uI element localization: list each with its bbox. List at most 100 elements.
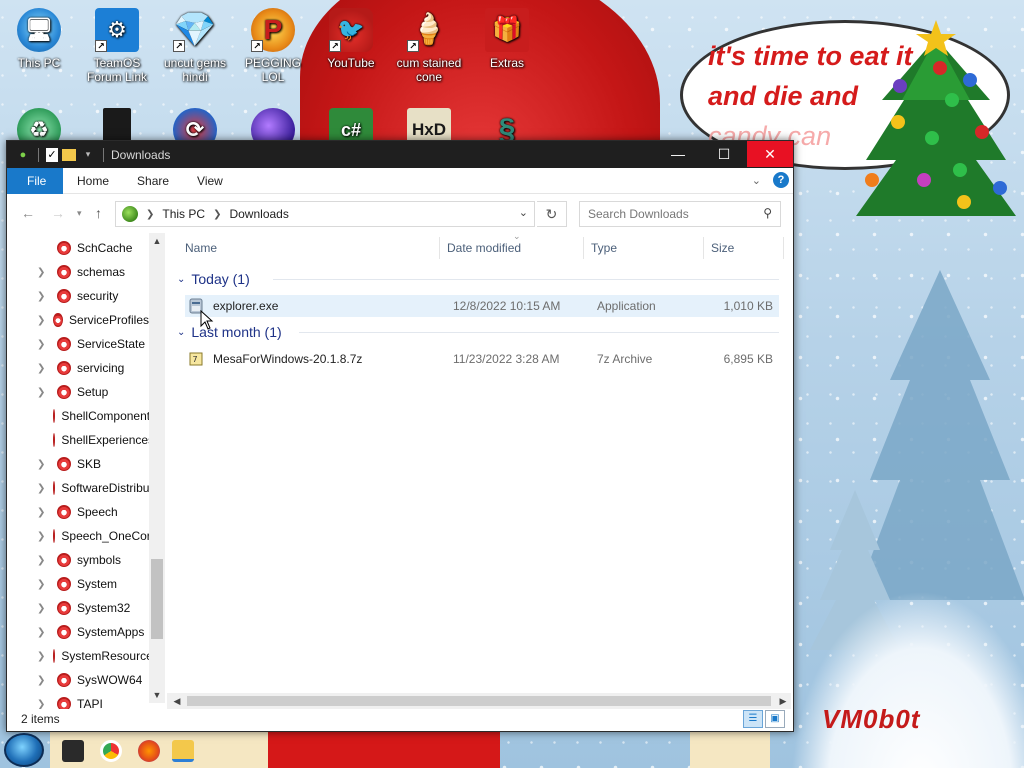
desktop-icon-cone[interactable]: 🍦 ↗ cum stained cone: [390, 8, 468, 85]
nav-folder-item[interactable]: ❯ Speech_OneCore: [7, 524, 149, 548]
desktop-icon-pegging[interactable]: P ↗ PEGGING LOL: [234, 8, 312, 84]
nav-scrollbar[interactable]: ▲ ▼: [149, 233, 165, 703]
file-explorer-taskbar-icon[interactable]: [172, 740, 194, 762]
recent-locations-chevron-icon[interactable]: ▾: [77, 208, 82, 219]
search-icon[interactable]: ⚲: [763, 206, 772, 220]
expand-chevron-icon[interactable]: ❯: [37, 387, 49, 398]
christmas-tree-icon: [856, 20, 1016, 216]
breadcrumb-this-pc[interactable]: This PC: [162, 207, 205, 221]
customize-qat-chevron-icon[interactable]: ▾: [80, 147, 96, 163]
nav-folder-item[interactable]: ❯ Setup: [7, 380, 149, 404]
expand-chevron-icon[interactable]: ❯: [37, 291, 49, 302]
details-view-icon[interactable]: ☰: [743, 710, 763, 728]
file-row[interactable]: explorer.exe 12/8/2022 10:15 AM Applicat…: [185, 295, 779, 317]
help-icon[interactable]: ?: [773, 172, 789, 188]
large-icons-view-icon[interactable]: ▣: [765, 710, 785, 728]
expand-chevron-icon[interactable]: ❯: [37, 459, 49, 470]
expand-ribbon-chevron-icon[interactable]: ⌄: [752, 174, 761, 187]
nav-folder-item[interactable]: ❯ SoftwareDistribution: [7, 476, 149, 500]
nav-folder-item[interactable]: ❯ShellExperiences: [7, 428, 149, 452]
nav-folder-item[interactable]: ❯ SystemApps: [7, 620, 149, 644]
tab-view[interactable]: View: [183, 168, 237, 194]
file-row[interactable]: 7 MesaForWindows-20.1.8.7z 11/23/2022 3:…: [185, 348, 779, 370]
nav-folder-item[interactable]: ❯ Speech: [7, 500, 149, 524]
nav-folder-item[interactable]: ❯SchCache: [7, 236, 149, 260]
column-divider[interactable]: [583, 237, 584, 259]
expand-chevron-icon[interactable]: ❯: [37, 651, 45, 662]
column-divider[interactable]: [703, 237, 704, 259]
breadcrumb-separator-icon[interactable]: ❯: [213, 209, 221, 220]
downloads-folder-icon: ●: [19, 148, 27, 161]
expand-chevron-icon[interactable]: ❯: [37, 315, 45, 326]
title-bar[interactable]: ● ✓ ▾ Downloads — ☐ ✕: [7, 141, 793, 168]
maximize-button[interactable]: ☐: [701, 141, 747, 167]
desktop-icon-youtube[interactable]: 🐦 ↗ YouTube: [312, 8, 390, 70]
collapse-chevron-icon[interactable]: ⌄: [177, 274, 185, 285]
tab-file[interactable]: File: [7, 167, 63, 194]
forward-arrow-icon[interactable]: →: [51, 205, 65, 221]
expand-chevron-icon[interactable]: ❯: [37, 675, 49, 686]
breadcrumb-downloads[interactable]: Downloads: [229, 207, 288, 221]
gift-box-icon: 🎁: [485, 8, 529, 52]
refresh-button[interactable]: ↻: [537, 201, 567, 227]
expand-chevron-icon[interactable]: ❯: [37, 363, 49, 374]
address-bar[interactable]: ❯ This PC ❯ Downloads ⌄: [115, 201, 535, 227]
nav-folder-item[interactable]: ❯ SKB: [7, 452, 149, 476]
nav-folder-item[interactable]: ❯ servicing: [7, 356, 149, 380]
tab-home[interactable]: Home: [63, 168, 123, 194]
nav-folder-item[interactable]: ❯ security: [7, 284, 149, 308]
desktop-icon-this-pc[interactable]: 🖥 This PC: [0, 8, 78, 70]
breadcrumb-separator-icon[interactable]: ❯: [146, 209, 154, 220]
collapse-chevron-icon[interactable]: ⌄: [177, 327, 185, 338]
scroll-down-arrow-icon[interactable]: ▼: [149, 687, 165, 703]
expand-chevron-icon[interactable]: ❯: [37, 627, 49, 638]
nav-folder-item[interactable]: ❯ System: [7, 572, 149, 596]
scrollbar-thumb[interactable]: [187, 696, 771, 706]
address-history-chevron-icon[interactable]: ⌄: [519, 206, 528, 219]
start-button[interactable]: [4, 733, 44, 767]
nav-folder-item[interactable]: ❯ System32: [7, 596, 149, 620]
nav-folder-item[interactable]: ❯ ServiceProfiles: [7, 308, 149, 332]
expand-chevron-icon[interactable]: ❯: [37, 579, 49, 590]
column-size[interactable]: Size: [711, 233, 734, 263]
expand-chevron-icon[interactable]: ❯: [37, 267, 49, 278]
expand-chevron-icon[interactable]: ❯: [37, 555, 49, 566]
column-type[interactable]: Type: [591, 233, 617, 263]
nav-folder-item[interactable]: ❯ShellComponents: [7, 404, 149, 428]
desktop-icon-teamos[interactable]: ⚙ ↗ TeamOS Forum Link: [78, 8, 156, 84]
expand-chevron-icon[interactable]: ❯: [37, 483, 45, 494]
nav-folder-item[interactable]: ❯ symbols: [7, 548, 149, 572]
expand-chevron-icon[interactable]: ❯: [37, 507, 49, 518]
column-date-modified[interactable]: Date modified: [447, 233, 521, 263]
nav-folder-item[interactable]: ❯ SysWOW64: [7, 668, 149, 692]
minimize-button[interactable]: —: [655, 141, 701, 167]
tab-share[interactable]: Share: [123, 168, 183, 194]
nav-folder-item[interactable]: ❯ ServiceState: [7, 332, 149, 356]
expand-chevron-icon[interactable]: ❯: [37, 339, 49, 350]
ribbon-tabs: File Home Share View ⌄ ?: [7, 167, 793, 194]
up-arrow-icon[interactable]: ↑: [95, 205, 102, 221]
desktop-icon-uncut-gems[interactable]: 💎 ↗ uncut gems hindi: [156, 8, 234, 84]
expand-chevron-icon[interactable]: ❯: [37, 531, 45, 542]
taskbar-app-icon[interactable]: [62, 740, 84, 762]
desktop-icon-extras[interactable]: 🎁 Extras: [468, 8, 546, 70]
chrome-icon[interactable]: [100, 740, 122, 762]
nav-folder-item[interactable]: ❯ SystemResources: [7, 644, 149, 668]
firefox-icon[interactable]: [138, 740, 160, 762]
scrollbar-thumb[interactable]: [151, 559, 163, 639]
group-header-today[interactable]: ⌄ Today (1): [177, 269, 250, 289]
column-divider[interactable]: [783, 237, 784, 259]
expand-chevron-icon[interactable]: ❯: [37, 603, 49, 614]
group-header-last-month[interactable]: ⌄ Last month (1): [177, 322, 282, 342]
search-input[interactable]: Search Downloads ⚲: [579, 201, 781, 227]
scroll-up-arrow-icon[interactable]: ▲: [149, 233, 165, 249]
nav-folder-item[interactable]: ❯ schemas: [7, 260, 149, 284]
column-name[interactable]: Name: [185, 233, 217, 263]
file-name: explorer.exe: [213, 299, 279, 313]
back-arrow-icon[interactable]: ←: [21, 205, 35, 221]
close-button[interactable]: ✕: [747, 141, 793, 167]
column-divider[interactable]: [439, 237, 440, 259]
folder-icon: [57, 361, 71, 375]
properties-icon[interactable]: ✓: [46, 147, 58, 162]
new-folder-icon[interactable]: [62, 148, 76, 161]
